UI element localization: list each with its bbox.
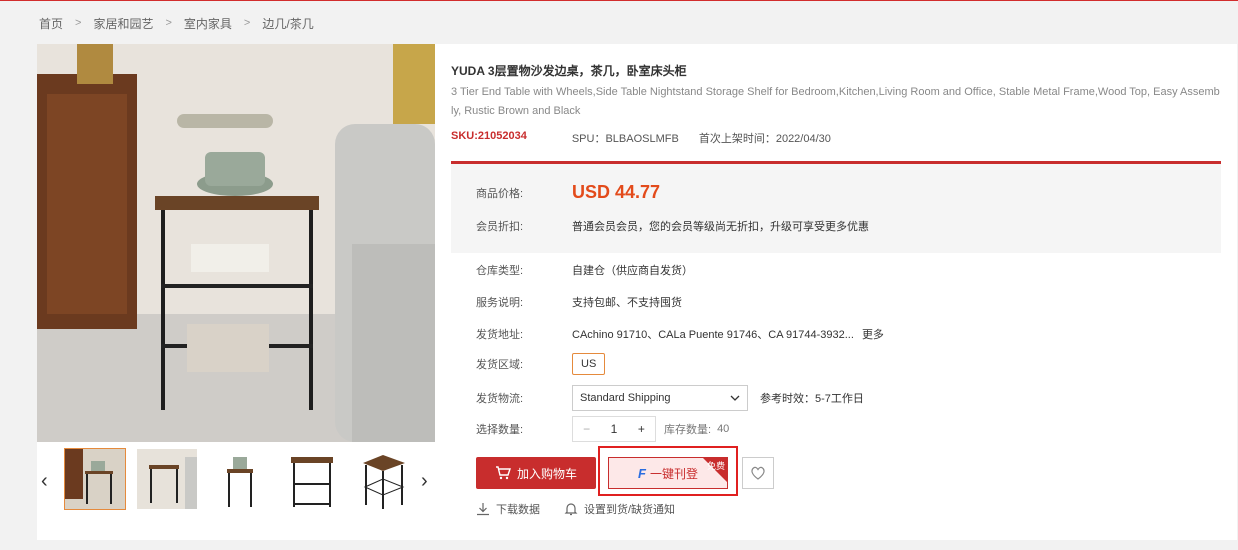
cart-icon bbox=[495, 466, 511, 480]
heart-icon bbox=[751, 466, 765, 480]
prev-arrow-icon[interactable]: ‹ bbox=[41, 470, 48, 493]
action-links: 下载数据 设置到货/缺货通知 bbox=[476, 501, 699, 517]
download-data-link[interactable]: 下载数据 bbox=[476, 501, 540, 517]
add-to-cart-button[interactable]: 加入购物车 bbox=[476, 457, 596, 489]
price-value: USD 44.77 bbox=[572, 182, 661, 202]
favorite-button[interactable] bbox=[742, 457, 774, 489]
ref-time-value: 5-7工作日 bbox=[815, 393, 864, 405]
ship-from-label: 发货地址: bbox=[476, 329, 524, 341]
sku-text: SKU:21052034 bbox=[451, 130, 527, 142]
member-value: 普通会员会员，您的会员等级尚无折扣，升级可享受更多优惠 bbox=[572, 221, 869, 233]
free-badge-text: 免费 bbox=[706, 461, 725, 471]
price-row: 商品价格: USD 44.77 bbox=[476, 182, 660, 203]
quantity-row: 选择数量: − 1 + 库存数量: 40 bbox=[476, 416, 729, 442]
download-data-label: 下载数据 bbox=[496, 504, 540, 516]
thumbnail-1[interactable] bbox=[64, 448, 126, 510]
chevron-right-icon: > bbox=[165, 17, 172, 29]
breadcrumb-home-garden[interactable]: 家居和园艺 bbox=[93, 15, 153, 32]
service-label: 服务说明: bbox=[476, 297, 524, 309]
logistics-select[interactable]: Standard Shipping bbox=[572, 385, 748, 411]
thumbnail-5[interactable] bbox=[352, 448, 414, 510]
one-click-publish-button[interactable]: 免费 F 一键刊登 bbox=[608, 457, 728, 489]
stock-notify-link[interactable]: 设置到货/缺货通知 bbox=[564, 501, 675, 517]
quantity-input[interactable]: 1 bbox=[600, 422, 627, 436]
stock-notify-label: 设置到货/缺货通知 bbox=[584, 504, 676, 516]
service-row: 服务说明: 支持包邮、不支持囤货 bbox=[476, 294, 682, 310]
ship-region-label: 发货区域: bbox=[476, 359, 524, 371]
stock-value: 40 bbox=[717, 423, 730, 435]
listed-date: 首次上架时间：2022/04/30 bbox=[698, 133, 831, 145]
top-accent-line bbox=[0, 0, 1238, 3]
breadcrumb: 首页 > 家居和园艺 > 室内家具 > 边几/茶几 bbox=[39, 15, 314, 31]
member-row: 会员折扣: 普通会员会员，您的会员等级尚无折扣，升级可享受更多优惠 bbox=[476, 218, 869, 234]
bell-icon bbox=[564, 503, 578, 516]
chevron-right-icon: > bbox=[75, 17, 82, 29]
stock-label: 库存数量: bbox=[664, 424, 712, 436]
ship-region-row: 发货区域: US bbox=[476, 353, 606, 375]
breadcrumb-home[interactable]: 首页 bbox=[39, 15, 63, 32]
quantity-plus-button[interactable]: + bbox=[628, 422, 655, 436]
one-click-publish-label: 一键刊登 bbox=[649, 466, 698, 481]
spu-text: SPU：BLBAOSLMFB bbox=[571, 133, 679, 145]
ship-from-row: 发货地址: CAchino 91710、CALa Puente 91746、CA… bbox=[476, 326, 884, 342]
warehouse-value: 自建仓（供应商自发货） bbox=[572, 265, 693, 277]
breadcrumb-end-tables[interactable]: 边几/茶几 bbox=[262, 15, 313, 32]
ship-from-more-link[interactable]: 更多 bbox=[862, 326, 884, 342]
product-title-en: 3 Tier End Table with Wheels,Side Table … bbox=[451, 86, 1220, 117]
product-meta: SKU:21052034 SPU：BLBAOSLMFB 首次上架时间：2022/… bbox=[451, 130, 831, 146]
warehouse-label: 仓库类型: bbox=[476, 265, 524, 277]
price-box bbox=[451, 161, 1221, 253]
product-panel: ‹ › YUDA 3层置物沙发边桌，茶几，卧室床头柜 3 Tier End Ta… bbox=[37, 44, 1237, 540]
chevron-right-icon: > bbox=[243, 17, 251, 29]
thumbnail-strip: ‹ › bbox=[37, 448, 435, 512]
product-info: YUDA 3层置物沙发边桌，茶几，卧室床头柜 3 Tier End Table … bbox=[451, 44, 1221, 540]
price-label: 商品价格: bbox=[476, 187, 524, 200]
ref-time-label: 参考时效： bbox=[760, 393, 815, 405]
chevron-down-icon bbox=[730, 395, 740, 401]
breadcrumb-indoor-furniture[interactable]: 室内家具 bbox=[184, 15, 232, 32]
f-logo-icon: F bbox=[638, 465, 646, 481]
logistics-row: 发货物流: Standard Shipping 参考时效： 5-7工作日 bbox=[476, 385, 864, 411]
logistics-selected: Standard Shipping bbox=[580, 392, 671, 404]
ship-from-value: CAchino 91710、CALa Puente 91746、CA 91744… bbox=[572, 329, 854, 341]
warehouse-row: 仓库类型: 自建仓（供应商自发货） bbox=[476, 262, 693, 278]
thumbnail-2[interactable] bbox=[136, 448, 198, 510]
product-main-image[interactable] bbox=[37, 44, 435, 442]
quantity-label: 选择数量: bbox=[476, 424, 524, 436]
quantity-stepper: − 1 + bbox=[572, 416, 656, 442]
member-label: 会员折扣: bbox=[476, 221, 524, 233]
add-to-cart-label: 加入购物车 bbox=[516, 466, 577, 481]
thumbnail-4[interactable] bbox=[280, 448, 342, 510]
region-us-tag[interactable]: US bbox=[572, 353, 606, 375]
download-icon bbox=[477, 503, 489, 516]
service-value: 支持包邮、不支持囤货 bbox=[572, 297, 682, 309]
quantity-minus-button[interactable]: − bbox=[573, 422, 600, 436]
logistics-label: 发货物流: bbox=[476, 393, 524, 405]
next-arrow-icon[interactable]: › bbox=[421, 470, 428, 493]
thumbnail-3[interactable] bbox=[208, 448, 270, 510]
product-title-cn: YUDA 3层置物沙发边桌，茶几，卧室床头柜 bbox=[451, 64, 687, 78]
